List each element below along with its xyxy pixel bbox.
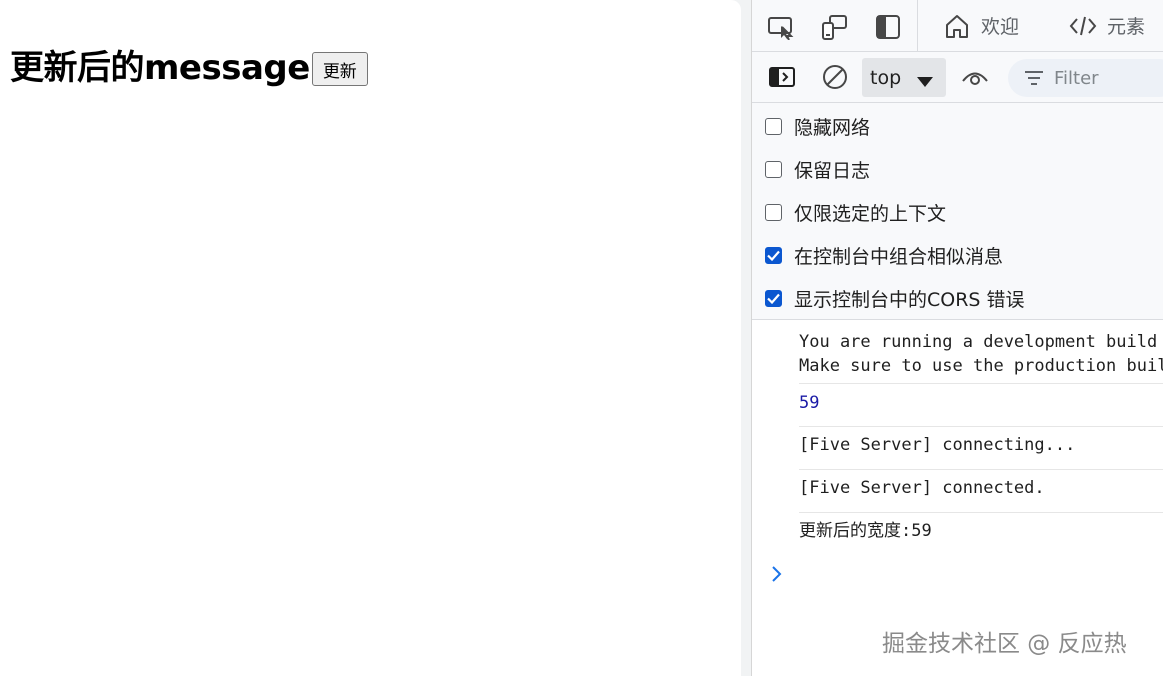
code-icon	[1069, 14, 1097, 38]
console-message-vue-dev-warning: You are running a development build of V…	[799, 332, 1163, 376]
tab-elements-label: 元素	[1107, 16, 1146, 38]
setting-label: 显示控制台中的CORS 错误	[794, 288, 1025, 311]
live-expression-eye-icon[interactable]	[959, 62, 991, 92]
setting-preserve-log[interactable]: 保留日志	[765, 154, 870, 184]
tab-elements[interactable]: 元素	[1069, 0, 1145, 51]
console-toolbar: top Filter	[752, 52, 1163, 103]
console-settings-panel: 隐藏网络 保留日志 仅限选定的上下文 在控制台中组合相似消息 显示控制台中的CO…	[752, 103, 1163, 320]
setting-group-similar[interactable]: 在控制台中组合相似消息	[765, 240, 1003, 270]
tab-welcome-label: 欢迎	[981, 16, 1020, 38]
context-selector-value: top	[870, 66, 902, 89]
filter-input[interactable]: Filter	[1008, 59, 1163, 97]
page-heading-row: 更新后的message 更新	[10, 48, 368, 88]
filter-icon	[1024, 70, 1044, 86]
inspect-element-icon[interactable]	[766, 12, 796, 42]
setting-show-cors-errors[interactable]: 显示控制台中的CORS 错误	[765, 283, 1025, 313]
console-output: You are running a development build of V…	[752, 320, 1163, 676]
checkbox[interactable]	[765, 160, 782, 178]
checkbox-checked[interactable]	[765, 289, 782, 307]
chevron-down-icon	[916, 71, 934, 93]
show-sidebar-icon[interactable]	[766, 62, 798, 92]
setting-hide-network[interactable]: 隐藏网络	[765, 111, 870, 141]
page-heading: 更新后的message	[10, 48, 310, 88]
watermark: 掘金技术社区 @ 反应热	[882, 631, 1127, 657]
clear-console-icon[interactable]	[819, 62, 851, 92]
tab-welcome[interactable]: 欢迎	[943, 0, 1019, 51]
message-divider	[799, 426, 1163, 427]
console-message-connecting: [Five Server] connecting...	[799, 435, 1076, 455]
checkbox[interactable]	[765, 203, 782, 221]
home-icon	[943, 12, 971, 40]
console-message-connected: [Five Server] connected.	[799, 478, 1045, 498]
setting-label: 保留日志	[794, 159, 871, 182]
update-button[interactable]: 更新	[311, 52, 368, 86]
device-toolbar-icon[interactable]	[819, 12, 849, 42]
check-icon	[767, 293, 780, 304]
console-message-number: 59	[799, 393, 820, 413]
devtools-topbar: 欢迎 元素	[752, 0, 1163, 52]
context-selector[interactable]: top	[862, 58, 946, 97]
checkbox[interactable]	[765, 117, 782, 135]
message-divider	[799, 469, 1163, 470]
console-prompt-chevron-icon[interactable]	[770, 564, 784, 589]
message-divider	[799, 512, 1163, 513]
setting-label: 在控制台中组合相似消息	[794, 245, 1004, 268]
checkbox-checked[interactable]	[765, 246, 782, 264]
page-viewport: 更新后的message 更新	[0, 0, 741, 676]
setting-label: 仅限选定的上下文	[794, 202, 947, 225]
setting-label: 隐藏网络	[794, 116, 871, 139]
console-message-width: 更新后的宽度:59	[799, 521, 932, 541]
dock-side-icon[interactable]	[873, 12, 903, 42]
message-divider	[799, 383, 1163, 384]
devtools-panel: 欢迎 元素 top Filter 隐藏网络 保留日志 仅限选定的上下文 在控制台…	[751, 0, 1163, 676]
topbar-divider	[917, 0, 918, 51]
check-icon	[767, 250, 780, 261]
setting-selected-context-only[interactable]: 仅限选定的上下文	[765, 197, 946, 227]
filter-placeholder: Filter	[1054, 67, 1099, 89]
